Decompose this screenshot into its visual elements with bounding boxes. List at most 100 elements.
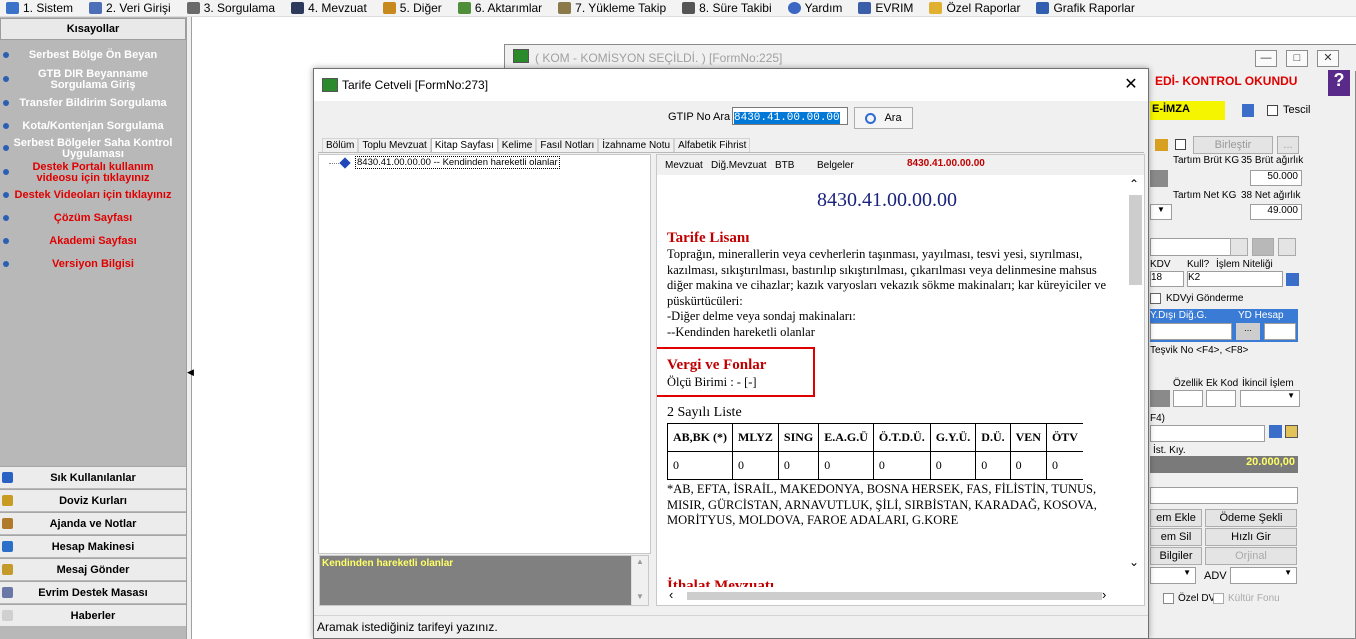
tescil-checkbox[interactable] [1267,105,1278,116]
shortcut-versiyon-bilgisi[interactable]: Versiyon Bilgisi [0,253,186,275]
menu-diger[interactable]: 5. Diğer [377,1,442,15]
tab-bolum[interactable]: Bölüm [322,138,359,152]
chevron-down-icon[interactable]: ▼ [636,592,644,601]
menu-veri-girisi[interactable]: 2. Veri Girişi [83,1,171,15]
menu-mevzuat[interactable]: 4. Mevzuat [285,1,367,15]
left-dropdown[interactable]: ▼ [1150,567,1196,584]
menu-ozel-raporlar[interactable]: Özel Raporlar [923,1,1020,15]
shortcuts-header[interactable]: Kısayollar [0,18,186,40]
edit-icon[interactable] [1285,425,1298,438]
document-icon[interactable] [1242,104,1254,117]
minimize-button[interactable]: — [1255,50,1277,67]
hesap-makinesi[interactable]: Hesap Makinesi [0,535,186,557]
net-agirlik-field[interactable]: 49.000 [1250,204,1302,220]
amount-field[interactable]: 20.000,00 [1150,456,1298,473]
tartim-brut-field[interactable] [1150,170,1168,187]
kalem-sil-button[interactable]: em Sil [1150,528,1202,546]
tab-kelime[interactable]: Kelime [497,138,537,152]
ydisi-field[interactable] [1150,323,1232,340]
gtip-input[interactable]: 8430.41.00.00.00 [732,107,848,125]
ydisi-more-button[interactable]: ... [1236,323,1260,340]
folder-icon[interactable] [1155,139,1168,151]
tab-izahname-notu[interactable]: İzahname Notu [598,138,675,152]
subtab-mevzuat[interactable]: Mevzuat [665,160,703,171]
kdv-field[interactable]: 18 [1150,271,1184,287]
menu-sistem[interactable]: 1. Sistem [0,1,73,15]
chevron-up-icon[interactable]: ▲ [636,557,644,566]
shortcut-destek-portali[interactable]: Destek Portalı kullanım videosu için tık… [0,161,186,185]
f4-field[interactable] [1150,425,1265,442]
birlestir-button[interactable]: Birleştir [1193,136,1273,154]
shortcut-akademi-sayfasi[interactable]: Akademi Sayfası [0,230,186,252]
sik-kullanilanlar[interactable]: Sık Kullanılanlar [0,466,186,488]
hscroll-thumb[interactable] [687,592,1102,600]
close-button[interactable]: ✕ [1317,50,1339,67]
subtab-belgeler[interactable]: Belgeler [817,160,854,171]
evrim-destek-masasi[interactable]: Evrim Destek Masası [0,581,186,603]
chevron-down-icon[interactable]: ⌄ [1129,555,1139,569]
aux-field[interactable] [1150,487,1298,504]
shortcut-saha-kontrol[interactable]: Serbest Bölgeler Saha Kontrol Uygulaması [0,137,186,161]
ydhesap-field[interactable] [1264,323,1296,340]
tartim-net-dropdown[interactable]: ▼ [1150,204,1172,220]
subtab-dig-mevzuat[interactable]: Diğ.Mevzuat [711,160,767,171]
maximize-button[interactable]: □ [1286,50,1308,67]
menu-evrim[interactable]: EVRIM [852,1,913,15]
haberler[interactable]: Haberler [0,604,186,626]
tab-fasil-notlari[interactable]: Fasıl Notları [536,138,599,152]
odeme-sekli-button[interactable]: Ödeme Şekli [1205,509,1297,527]
more-button[interactable]: ... [1277,136,1299,154]
menu-yukleme-takip[interactable]: 7. Yükleme Takip [552,1,666,15]
adv-dropdown[interactable]: ▼ [1230,567,1297,584]
tab-toplu-mevzuat[interactable]: Toplu Mevzuat [358,138,431,152]
shortcut-kota[interactable]: Kota/Kontenjan Sorgulama [0,115,186,137]
menu-aktarimlar[interactable]: 6. Aktarımlar [452,1,542,15]
ikincil-islem-dropdown[interactable]: ▼ [1240,390,1300,407]
chevron-up-icon[interactable]: ⌃ [1129,177,1139,191]
help-icon[interactable]: ? [1328,70,1350,96]
bilgiler-button[interactable]: Bilgiler [1150,547,1202,565]
kultur-fonu-checkbox[interactable] [1213,593,1224,604]
subtab-btb[interactable]: BTB [775,160,794,171]
sidebar-splitter[interactable]: ◀ [186,17,194,639]
ara-button[interactable]: Ara [854,107,913,129]
dialog-close-icon[interactable]: ✕ [1120,75,1142,95]
menu-sorgulama[interactable]: 3. Sorgulama [181,1,275,15]
shortcut-serbest-bolge[interactable]: Serbest Bölge Ön Beyan [0,44,186,66]
note-scrollbar[interactable]: ▲ ▼ [631,556,648,605]
kalem-ekle-button[interactable]: em Ekle [1150,509,1202,527]
shortcut-transfer-bildirim[interactable]: Transfer Bildirim Sorgulama [0,92,186,114]
ek-kod-field[interactable] [1206,390,1236,407]
hizli-gir-button[interactable]: Hızlı Gir [1205,528,1297,546]
refresh-icon[interactable] [1278,238,1296,256]
kull-input[interactable] [1150,238,1233,256]
collapse-arrow-icon[interactable]: ◀ [187,367,194,378]
doc-vertical-scrollbar[interactable]: ⌃ ⌄ [1127,175,1144,588]
tab-kitap-sayfasi[interactable]: Kitap Sayfası [430,138,498,152]
menu-grafik-raporlar[interactable]: Grafik Raporlar [1030,1,1135,15]
doviz-kurlari[interactable]: Doviz Kurları [0,489,186,511]
brut-agirlik-field[interactable]: 50.000 [1250,170,1302,186]
save-icon[interactable] [1230,238,1248,256]
scroll-thumb[interactable] [1129,195,1142,285]
ozel-dv-checkbox[interactable] [1163,593,1174,604]
chevron-right-icon[interactable]: › [1102,587,1106,602]
menu-sure-takibi[interactable]: 8. Süre Takibi [676,1,772,15]
tab-alfabetik-fihrist[interactable]: Alfabetik Fihrist [674,138,751,152]
chevron-left-icon[interactable]: ‹ [669,587,673,602]
doc-horizontal-scrollbar[interactable]: ‹ › [657,587,1144,605]
grey-button[interactable] [1252,238,1274,256]
shortcut-destek-videolari[interactable]: Destek Videoları için tıklayınız [0,184,186,206]
ajanda-ve-notlar[interactable]: Ajanda ve Notlar [0,512,186,534]
shortcut-gtb-dir[interactable]: GTB DIR Beyanname Sorgulama Giriş [0,68,186,92]
kull-field[interactable]: K2 [1187,271,1283,287]
minus-icon[interactable] [1269,425,1282,438]
calculator-icon[interactable] [1286,273,1299,286]
mesaj-gonder[interactable]: Mesaj Gönder [0,558,186,580]
shortcut-cozum-sayfasi[interactable]: Çözüm Sayfası [0,207,186,229]
ozellik-field[interactable] [1173,390,1203,407]
kdvyi-gonderme-checkbox[interactable] [1150,293,1161,304]
orjinal-button[interactable]: Orjinal [1205,547,1297,565]
birlestir-checkbox[interactable] [1175,139,1186,150]
tree-node[interactable]: 8430.41.00.00.00 -- Kendinden hareketli … [355,156,560,169]
